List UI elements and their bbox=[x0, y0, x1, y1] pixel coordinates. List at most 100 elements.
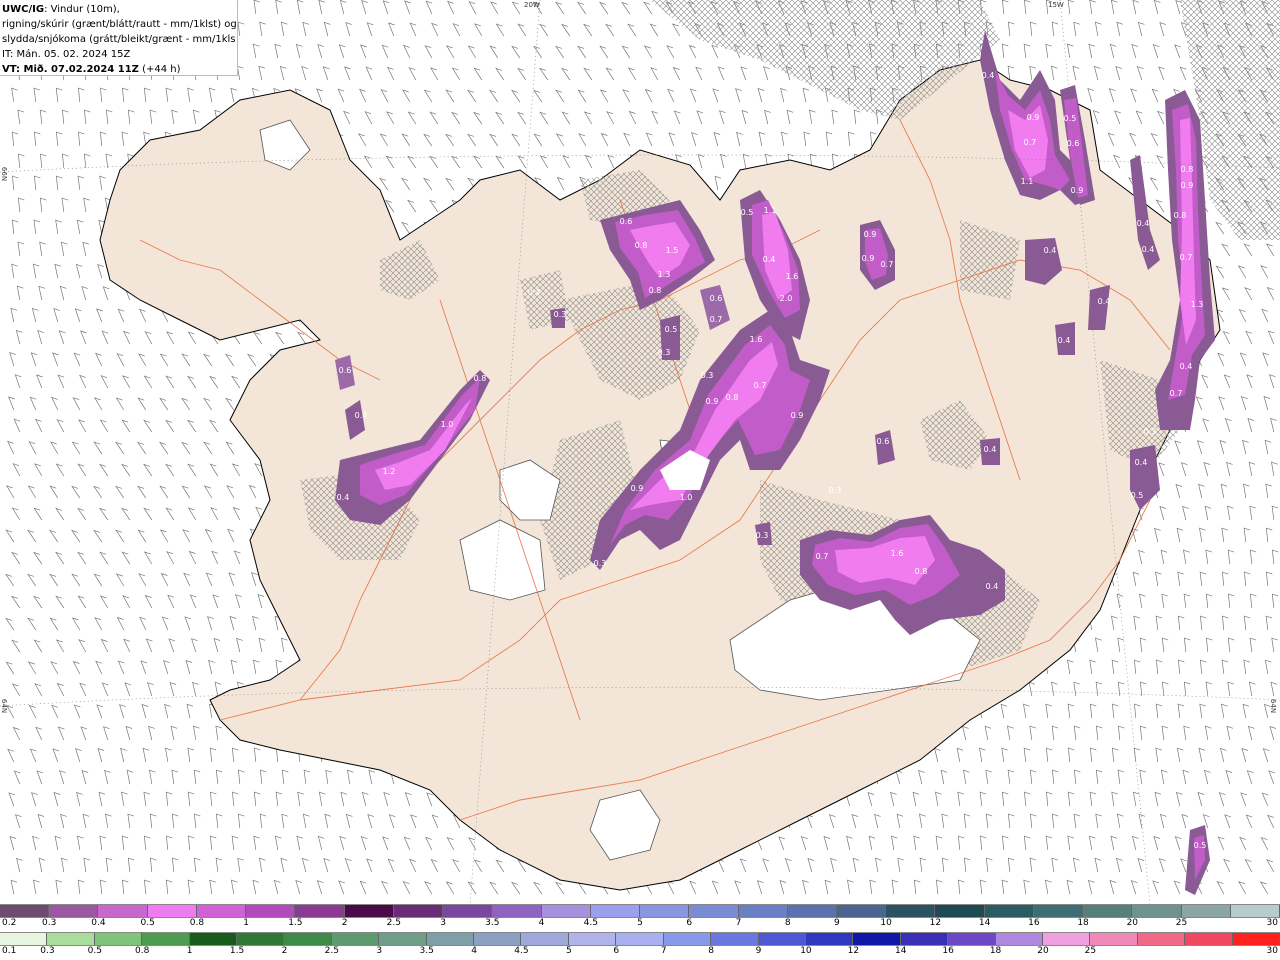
precip-value-label: 0.9 bbox=[864, 230, 877, 239]
legend-swatch bbox=[426, 933, 475, 945]
precip-value-label: 0.9 bbox=[1181, 181, 1194, 190]
info-valid-time: VT: Mið. 07.02.2024 11Z (+44 h) bbox=[2, 62, 236, 77]
precip-value-label: 0.7 bbox=[754, 381, 767, 390]
precip-value-label: 0.8 bbox=[1181, 165, 1194, 174]
legend-label: 12 bbox=[929, 918, 942, 928]
weather-map: 0.4 0.9 0.5 0.7 0.6 1.1 0.9 0.8 0.9 0.8 0.4 0.4 0.7 1… bbox=[0, 0, 1280, 904]
legend-label: 7 bbox=[735, 918, 742, 928]
precip-value-label: 0.4 bbox=[1180, 362, 1193, 371]
legend-swatch bbox=[1232, 933, 1280, 945]
precip-value-label: 0.4 bbox=[1058, 336, 1071, 345]
precip-value-label: 0.9 bbox=[862, 254, 875, 263]
legend-label: 14 bbox=[978, 918, 991, 928]
legend-swatch bbox=[640, 905, 690, 917]
legend-swatch bbox=[1090, 933, 1138, 945]
precip-value-label: 1.3 bbox=[658, 270, 671, 279]
legend-swatch bbox=[836, 905, 887, 917]
precip-value-label: 0.4 bbox=[355, 411, 368, 420]
legend-rain-labels: 0.1 0.3 0.5 0.8 1 1.5 2 2.5 3 3.5 4 4.5 5 6 7 8 9 10 12 14 1… bbox=[0, 946, 1280, 960]
legend-swatch bbox=[331, 933, 380, 945]
precip-value-label: 1.1 bbox=[764, 206, 777, 215]
legend-swatch bbox=[237, 933, 285, 945]
precip-value-label: 0.9 bbox=[706, 397, 719, 406]
precip-value-label: 0.9 bbox=[1027, 113, 1040, 122]
legend-swatch bbox=[0, 933, 48, 945]
legend-swatch bbox=[379, 933, 427, 945]
precip-value-label: 0.4 bbox=[763, 255, 776, 264]
precip-value-label: 0.3 bbox=[554, 310, 567, 319]
legend-label: 18 bbox=[989, 946, 1002, 956]
info-line-2: rigning/skúrir (grænt/blátt/rautt - mm/1… bbox=[2, 19, 236, 30]
legend-swatch bbox=[787, 905, 837, 917]
legend-label: 14 bbox=[895, 946, 907, 956]
legend-swatch bbox=[1137, 933, 1186, 945]
precip-value-label: 0.3 bbox=[594, 559, 607, 568]
model-name: UWC/IG bbox=[2, 4, 45, 15]
legend-label: 10 bbox=[800, 946, 812, 956]
legend-swatch bbox=[616, 933, 664, 945]
precip-value-label: 0.5 bbox=[1064, 114, 1077, 123]
legend-label: 0.2 bbox=[2, 918, 17, 928]
precip-value-label: 0.8 bbox=[915, 567, 928, 576]
precip-value-label: 0.3 bbox=[1144, 427, 1157, 436]
grid-label-20w: 20W bbox=[524, 1, 540, 9]
legend-label: 0.1 bbox=[2, 946, 17, 956]
legend-label: 0.5 bbox=[87, 946, 102, 956]
legend-label: 2 bbox=[341, 918, 348, 928]
legend-swatch bbox=[853, 933, 901, 945]
legend-swatch bbox=[295, 905, 345, 917]
precip-value-label: 0.4 bbox=[1044, 246, 1057, 255]
precip-value-label: 0.9 bbox=[1071, 186, 1084, 195]
precip-value-label: 1.5 bbox=[666, 246, 679, 255]
grid-label-15w: 15W bbox=[1048, 1, 1064, 9]
precip-value-label: 2.0 bbox=[780, 294, 793, 303]
legend-swatch bbox=[47, 933, 95, 945]
legend-swatch bbox=[900, 933, 949, 945]
legend-label: 1.5 bbox=[229, 946, 245, 956]
info-initial-time: IT: Mán. 05. 02. 2024 15Z bbox=[2, 49, 131, 60]
legend-swatch bbox=[492, 905, 542, 917]
legend-swatch bbox=[1185, 933, 1233, 945]
legend-label: 2.5 bbox=[324, 946, 340, 956]
precip-value-label: 1.2 bbox=[383, 467, 396, 476]
info-line-1: UWC/IG: Vindur (10m), bbox=[2, 2, 236, 17]
legend-swatch bbox=[995, 933, 1043, 945]
precip-value-label: 0.7 bbox=[1180, 253, 1193, 262]
legend-swatch bbox=[443, 905, 493, 917]
legend-swatch bbox=[541, 905, 591, 917]
legend-swatch bbox=[0, 905, 50, 917]
legend-swatch bbox=[663, 933, 712, 945]
precip-value-label: 0.7 bbox=[816, 552, 829, 561]
precip-value-label: 0.4 bbox=[1142, 245, 1155, 254]
legend-label: 16 bbox=[942, 946, 954, 956]
legend-swatch bbox=[147, 905, 197, 917]
precip-value-label: 0.7 bbox=[1024, 138, 1037, 147]
legend-swatch bbox=[393, 905, 444, 917]
valid-time: VT: Mið. 07.02.2024 11Z bbox=[2, 64, 139, 75]
precip-value-label: 0.4 bbox=[1098, 297, 1111, 306]
legend-label: 1 bbox=[243, 918, 250, 928]
precip-value-label: 0.7 bbox=[710, 315, 723, 324]
legend-swatch bbox=[1230, 905, 1280, 917]
info-line-3: slydda/snjókoma (grátt/bleikt/grænt - mm… bbox=[2, 34, 236, 45]
legend-label: 1 bbox=[186, 946, 193, 956]
legend-label: 5 bbox=[566, 946, 572, 956]
grid-label-64n-right: 64N bbox=[1269, 698, 1278, 714]
legend-swatch bbox=[1083, 905, 1133, 917]
legend-swatch bbox=[935, 905, 985, 917]
precip-value-label: 1.6 bbox=[786, 272, 799, 281]
precip-value-label: 0.7 bbox=[881, 260, 894, 269]
legend-snow-bar bbox=[0, 904, 1280, 918]
legend-swatch bbox=[948, 933, 996, 945]
legend-label: 4 bbox=[538, 918, 545, 928]
grid-label-66n: 66N bbox=[0, 166, 9, 182]
precip-value-label: 0.8 bbox=[474, 374, 487, 383]
legend-label: 0.5 bbox=[140, 918, 155, 928]
legend-swatch bbox=[738, 905, 788, 917]
legend-snow: 0.2 0.3 0.4 0.5 0.8 1 1.5 2 2.5 3 3.5 4 4.5 5 6 7 8 9 10 12… bbox=[0, 904, 1280, 932]
precip-value-label: 0.8 bbox=[1174, 211, 1187, 220]
legend-label: 0.3 bbox=[42, 918, 57, 928]
precip-value-label: 0.9 bbox=[631, 484, 644, 493]
legend-swatch bbox=[474, 933, 522, 945]
precip-value-label: 0.8 bbox=[726, 393, 739, 402]
